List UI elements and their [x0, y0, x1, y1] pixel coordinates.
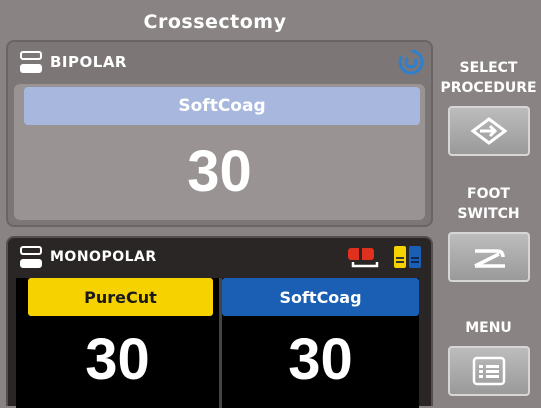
- bipolar-header: BIPOLAR: [8, 42, 431, 82]
- coag-power-value[interactable]: 30: [222, 326, 419, 393]
- autostart-icon[interactable]: [397, 48, 425, 76]
- channel-icon: [20, 51, 42, 73]
- cut-column[interactable]: PureCut 30: [16, 278, 222, 408]
- select-procedure-button[interactable]: [448, 106, 530, 156]
- bipolar-mode-bar[interactable]: SoftCoag: [24, 87, 420, 125]
- list-icon: [472, 356, 506, 386]
- pedal-icon: [474, 249, 505, 268]
- cut-power-value[interactable]: 30: [16, 326, 219, 393]
- cut-mode-bar[interactable]: PureCut: [28, 278, 213, 316]
- yellow-blue-footswitch-icon: [394, 246, 421, 268]
- channel-icon: [20, 246, 42, 268]
- foot-switch-button[interactable]: [448, 232, 530, 282]
- select-procedure-label: SELECT PROCEDURE: [440, 60, 537, 96]
- foot-switch-label: FOOT SWITCH: [457, 186, 520, 222]
- red-footswitch-icon: [348, 248, 379, 268]
- coag-column[interactable]: SoftCoag 30: [222, 278, 419, 408]
- menu-button[interactable]: [448, 346, 530, 396]
- coag-mode-bar[interactable]: SoftCoag: [222, 278, 419, 316]
- bipolar-power-value[interactable]: 30: [8, 138, 431, 205]
- monopolar-label: MONOPOLAR: [50, 249, 157, 265]
- arrow-right-diamond-icon: [470, 117, 508, 145]
- screen-title: Crossectomy: [143, 11, 287, 33]
- menu-label: MENU: [465, 320, 512, 336]
- monopolar-panel[interactable]: MONOPOLAR PureCut 30 SoftCoag 30: [6, 236, 433, 408]
- bipolar-label: BIPOLAR: [50, 53, 127, 71]
- bipolar-panel[interactable]: BIPOLAR SoftCoag 30: [6, 40, 433, 227]
